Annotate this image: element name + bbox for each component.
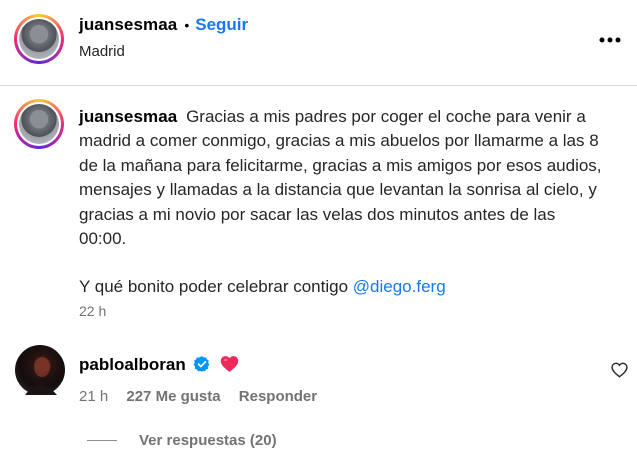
- caption-second-line: Y qué bonito poder celebrar contigo: [79, 277, 349, 297]
- author-line: juansesmaa • Seguir: [79, 15, 248, 35]
- instagram-post-panel: juansesmaa • Seguir Madrid juansesmaa Grac…: [0, 0, 637, 464]
- verified-badge-icon: [193, 355, 211, 373]
- commenter-avatar-art: [25, 357, 57, 395]
- caption-text: Gracias a mis padres por coger el coche …: [79, 107, 602, 249]
- comment-meta: 21 h 227 Me gusta Responder: [79, 388, 317, 405]
- caption-avatar-frame: [17, 102, 61, 146]
- heart-emoji-icon: [220, 355, 239, 373]
- mention-link[interactable]: @diego.ferg: [353, 277, 446, 296]
- author-avatar-photo: [19, 19, 59, 59]
- replies-divider: [87, 440, 117, 441]
- reply-button[interactable]: Responder: [239, 388, 317, 405]
- view-replies-button[interactable]: Ver respuestas (20): [139, 432, 277, 449]
- post-location[interactable]: Madrid: [79, 43, 125, 60]
- post-header: juansesmaa • Seguir Madrid: [0, 0, 637, 85]
- separator-dot: •: [184, 17, 190, 33]
- comment-timestamp[interactable]: 21 h: [79, 388, 108, 405]
- more-horizontal-icon[interactable]: [599, 26, 621, 46]
- author-username[interactable]: juansesmaa: [79, 15, 177, 34]
- comment-likes-count[interactable]: 227 Me gusta: [126, 388, 220, 405]
- commenter-avatar[interactable]: [15, 345, 65, 395]
- author-avatar-frame: [17, 17, 61, 61]
- more-dots-svg: [599, 37, 621, 43]
- post-caption: juansesmaa Gracias a mis padres por coge…: [79, 105, 604, 300]
- author-avatar[interactable]: [14, 14, 64, 64]
- caption-username[interactable]: juansesmaa: [79, 107, 177, 126]
- caption-timestamp[interactable]: 22 h: [79, 303, 106, 319]
- caption-author-avatar[interactable]: [14, 99, 64, 149]
- caption-avatar-photo: [19, 104, 59, 144]
- header-divider: [0, 85, 637, 86]
- commenter-username[interactable]: pabloalboran: [79, 355, 186, 375]
- follow-button[interactable]: Seguir: [195, 15, 248, 34]
- heart-outline-icon[interactable]: [611, 362, 628, 378]
